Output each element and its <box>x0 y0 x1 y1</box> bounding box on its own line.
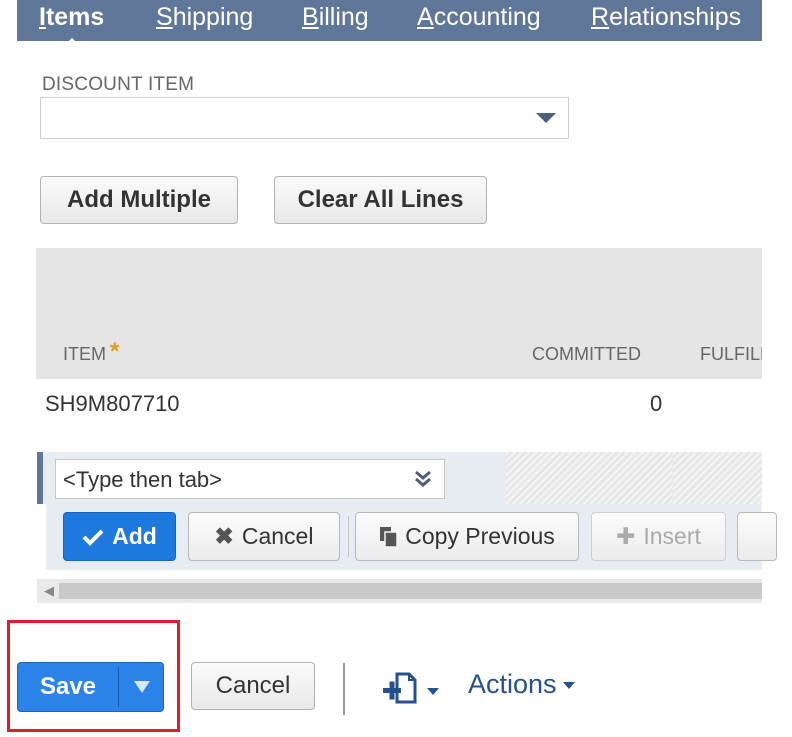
scroll-left-icon[interactable]: ◀ <box>44 583 54 599</box>
add-line-label: Add <box>112 523 157 549</box>
tab-relationships[interactable]: Relationships <box>591 3 741 32</box>
save-button-label[interactable]: Save <box>18 663 118 711</box>
footer-divider <box>343 663 345 715</box>
required-star-icon: * <box>110 338 120 365</box>
new-document-icon[interactable] <box>383 668 441 708</box>
column-header-committed[interactable]: COMMITTED <box>532 344 641 365</box>
column-header-fulfilled[interactable]: FULFILL <box>700 344 762 365</box>
edit-row-indicator <box>37 452 43 504</box>
column-header-item[interactable]: ITEM <box>63 344 106 365</box>
add-multiple-button[interactable]: Add Multiple <box>40 176 238 224</box>
double-chevron-down-icon[interactable] <box>414 470 432 488</box>
insert-line-label: Insert <box>643 523 701 549</box>
add-line-button[interactable]: Add <box>63 512 176 561</box>
copy-previous-button[interactable]: Copy Previous <box>355 512 579 561</box>
actions-label: Actions <box>468 669 557 699</box>
discount-item-select[interactable] <box>40 97 569 139</box>
tab-accounting[interactable]: Accounting <box>417 3 541 32</box>
plus-icon: ✚ <box>616 523 636 549</box>
item-type-input[interactable]: <Type then tab> <box>55 459 445 499</box>
cancel-line-label: Cancel <box>241 523 314 549</box>
line-items-header <box>36 248 762 379</box>
checkmark-icon <box>82 529 104 546</box>
tab-shipping[interactable]: Shipping <box>156 3 253 32</box>
horizontal-scrollbar[interactable]: ◀ <box>37 579 762 603</box>
save-button[interactable]: Save <box>17 662 164 712</box>
cell-item: SH9M807710 <box>45 391 180 416</box>
item-input-placeholder: <Type then tab> <box>63 467 223 492</box>
x-icon: ✖ <box>214 523 234 549</box>
chevron-down-icon <box>562 682 575 690</box>
disabled-cell <box>673 452 762 504</box>
subtab-bar: Items Shipping Billing Accounting Relati… <box>17 0 762 46</box>
cancel-line-button[interactable]: ✖ Cancel <box>188 512 340 561</box>
dropdown-arrow-icon[interactable] <box>536 113 556 123</box>
discount-item-label: DISCOUNT ITEM <box>42 74 195 95</box>
tab-items[interactable]: Items <box>39 3 104 46</box>
cancel-button[interactable]: Cancel <box>191 662 315 710</box>
copy-icon <box>380 526 398 548</box>
scrollbar-thumb[interactable] <box>59 583 762 599</box>
save-dropdown-arrow-icon[interactable] <box>134 681 150 693</box>
save-split-divider <box>118 667 119 707</box>
more-toolbar-button[interactable] <box>737 512 777 561</box>
tab-billing[interactable]: Billing <box>302 3 369 32</box>
actions-menu[interactable]: Actions <box>468 669 575 700</box>
cell-committed: 0 <box>650 391 663 416</box>
insert-line-button[interactable]: ✚ Insert <box>591 512 726 561</box>
copy-previous-label: Copy Previous <box>405 523 555 549</box>
toolbar-divider <box>348 516 349 557</box>
disabled-cell <box>506 452 672 504</box>
table-row[interactable]: SH9M807710 0 <box>37 380 762 432</box>
new-record-menu[interactable] <box>383 668 443 708</box>
clear-all-lines-button[interactable]: Clear All Lines <box>274 176 487 224</box>
